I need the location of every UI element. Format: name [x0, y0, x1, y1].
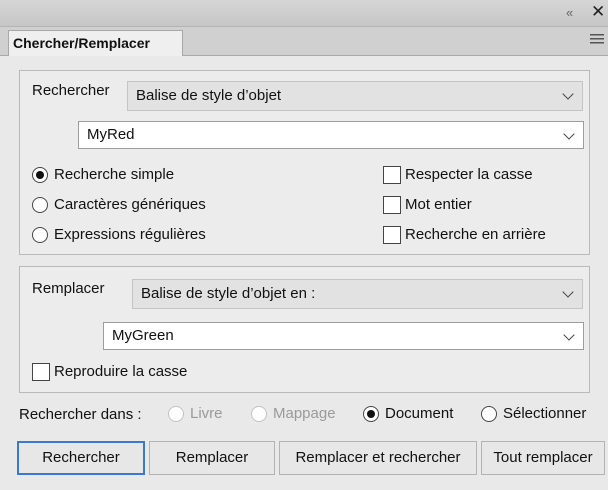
scope-label: Rechercher dans : [19, 406, 142, 423]
reproduire-la-casse-checkbox[interactable]: Reproduire la casse [32, 362, 232, 384]
replace-type-select[interactable]: Balise de style d’objet en : [132, 279, 583, 309]
mot-entier-checkbox[interactable]: Mot entier [383, 195, 563, 217]
search-type-value: Balise de style d’objet [136, 87, 282, 104]
chevron-down-icon [562, 286, 574, 298]
scope-livre[interactable]: Livre [168, 404, 238, 426]
radio-button[interactable] [251, 406, 267, 422]
replace-all-button[interactable]: Tout remplacer [481, 441, 605, 475]
chevron-down-icon[interactable] [563, 329, 575, 341]
tab-chercher-remplacer[interactable]: Chercher/Remplacer [8, 30, 183, 56]
mode-caracteres-generiques[interactable]: Caractères génériques [32, 195, 252, 217]
checkbox-label: Recherche en arrière [405, 226, 546, 243]
chevron-down-icon [562, 88, 574, 100]
search-input[interactable]: MyRed [78, 121, 584, 149]
scope-option-label: Livre [190, 405, 223, 422]
scope-document[interactable]: Document [363, 404, 473, 426]
search-input-value: MyRed [87, 126, 135, 143]
radio-button[interactable] [32, 227, 48, 243]
replace-button[interactable]: Remplacer [149, 441, 275, 475]
scope-mappage[interactable]: Mappage [251, 404, 351, 426]
search-label: Rechercher [32, 82, 110, 99]
collapse-panel-icon[interactable]: « [566, 5, 573, 20]
close-icon[interactable]: ✕ [591, 2, 605, 22]
search-group: Rechercher Balise de style d’objet MyRed… [19, 70, 590, 255]
replace-input[interactable]: MyGreen [103, 322, 584, 350]
checkbox-label: Respecter la casse [405, 166, 533, 183]
panel-menu-icon[interactable] [590, 34, 604, 45]
replace-and-find-button[interactable]: Remplacer et rechercher [279, 441, 477, 475]
scope-option-label: Mappage [273, 405, 336, 422]
checkbox-label: Reproduire la casse [54, 363, 188, 380]
radio-button[interactable] [168, 406, 184, 422]
scope-option-label: Sélectionner [503, 405, 587, 422]
scope-selectionner[interactable]: Sélectionner [481, 404, 601, 426]
mode-recherche-simple[interactable]: Recherche simple [32, 165, 222, 187]
search-type-select[interactable]: Balise de style d’objet [127, 81, 583, 111]
checkbox[interactable] [383, 196, 401, 214]
chevron-down-icon[interactable] [563, 128, 575, 140]
tab-bar: Chercher/Remplacer [0, 27, 608, 56]
checkbox-label: Mot entier [405, 196, 472, 213]
radio-button[interactable] [481, 406, 497, 422]
replace-label: Remplacer [32, 280, 105, 297]
replace-group: Remplacer Balise de style d’objet en : M… [19, 266, 590, 393]
checkbox[interactable] [383, 166, 401, 184]
checkbox[interactable] [383, 226, 401, 244]
radio-button[interactable] [363, 406, 379, 422]
panel-title-bar: « ✕ [0, 0, 608, 27]
recherche-en-arriere-checkbox[interactable]: Recherche en arrière [383, 225, 573, 247]
respecter-la-casse-checkbox[interactable]: Respecter la casse [383, 165, 563, 187]
find-button[interactable]: Rechercher [17, 441, 145, 475]
radio-button[interactable] [32, 197, 48, 213]
mode-label: Recherche simple [54, 166, 175, 183]
mode-label: Caractères génériques [54, 196, 206, 213]
replace-input-value: MyGreen [112, 327, 174, 344]
radio-button[interactable] [32, 167, 48, 183]
replace-type-value: Balise de style d’objet en : [141, 285, 316, 302]
scope-option-label: Document [385, 405, 454, 422]
mode-label: Expressions régulières [54, 226, 206, 243]
checkbox[interactable] [32, 363, 50, 381]
mode-expressions-regulieres[interactable]: Expressions régulières [32, 225, 252, 247]
